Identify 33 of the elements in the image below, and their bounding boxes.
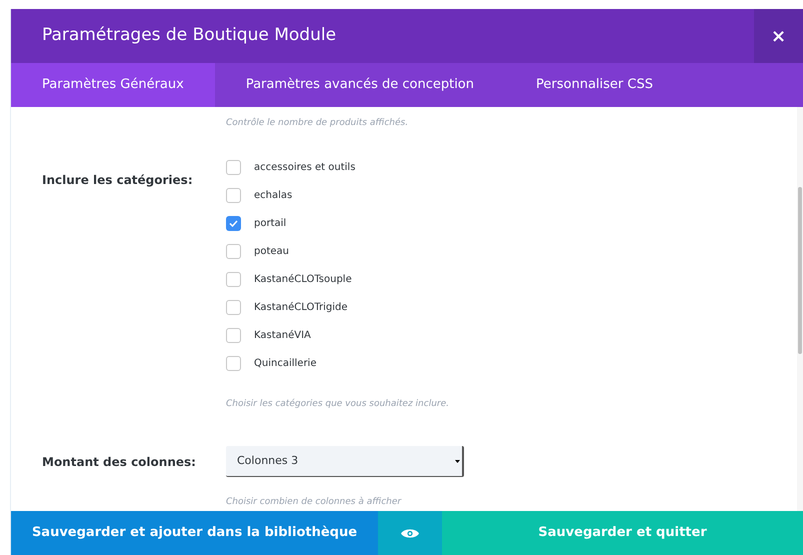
field-label: Montant des colonnes:	[42, 454, 197, 470]
select-field[interactable]: Colonnes 3	[226, 446, 464, 477]
checkbox[interactable]	[226, 272, 241, 287]
tab[interactable]: Paramètres avancés de conception	[214, 63, 506, 107]
checkbox-label: Quincaillerie	[254, 357, 316, 371]
checkbox-label: portail	[254, 217, 286, 231]
checkbox[interactable]	[226, 300, 241, 315]
hint-text: Choisir combien de colonnes à afficher	[226, 497, 402, 507]
preview-button[interactable]	[378, 511, 442, 555]
checkbox[interactable]	[226, 244, 241, 259]
checkbox[interactable]	[226, 160, 241, 175]
close-button[interactable]: ×	[754, 9, 803, 63]
checkbox[interactable]	[226, 328, 241, 343]
checkbox-label: KastanéVIA	[254, 329, 311, 343]
field-label: Inclure les catégories:	[42, 172, 194, 189]
checkbox[interactable]	[226, 356, 241, 371]
checkbox[interactable]	[226, 216, 241, 231]
checkmark-icon	[229, 220, 238, 227]
window-title: Paramétrages de Boutique Module	[41, 24, 338, 48]
checkbox-label: KastanéCLOTrigide	[254, 301, 348, 315]
eye-icon	[401, 528, 419, 538]
tab[interactable]: Personnaliser CSS	[505, 63, 684, 107]
save-library-button[interactable]: Sauvegarder et ajouter dans la bibliothèque	[11, 511, 378, 555]
checkbox-label: echalas	[254, 189, 292, 203]
checkbox-label: poteau	[254, 245, 290, 259]
scrollbar[interactable]	[797, 107, 803, 511]
caret-icon	[455, 460, 460, 462]
hint-text: Choisir les catégories que vous souhaitez inclure.	[226, 399, 449, 409]
hint-text: Contrôle le nombre de produits affichés.	[226, 118, 408, 128]
checkbox-label: KastanéCLOTsouple	[254, 273, 352, 287]
checkbox[interactable]	[226, 188, 241, 203]
checkbox-label: accessoires et outils	[254, 161, 356, 175]
tab[interactable]: Paramètres Généraux	[11, 63, 215, 107]
